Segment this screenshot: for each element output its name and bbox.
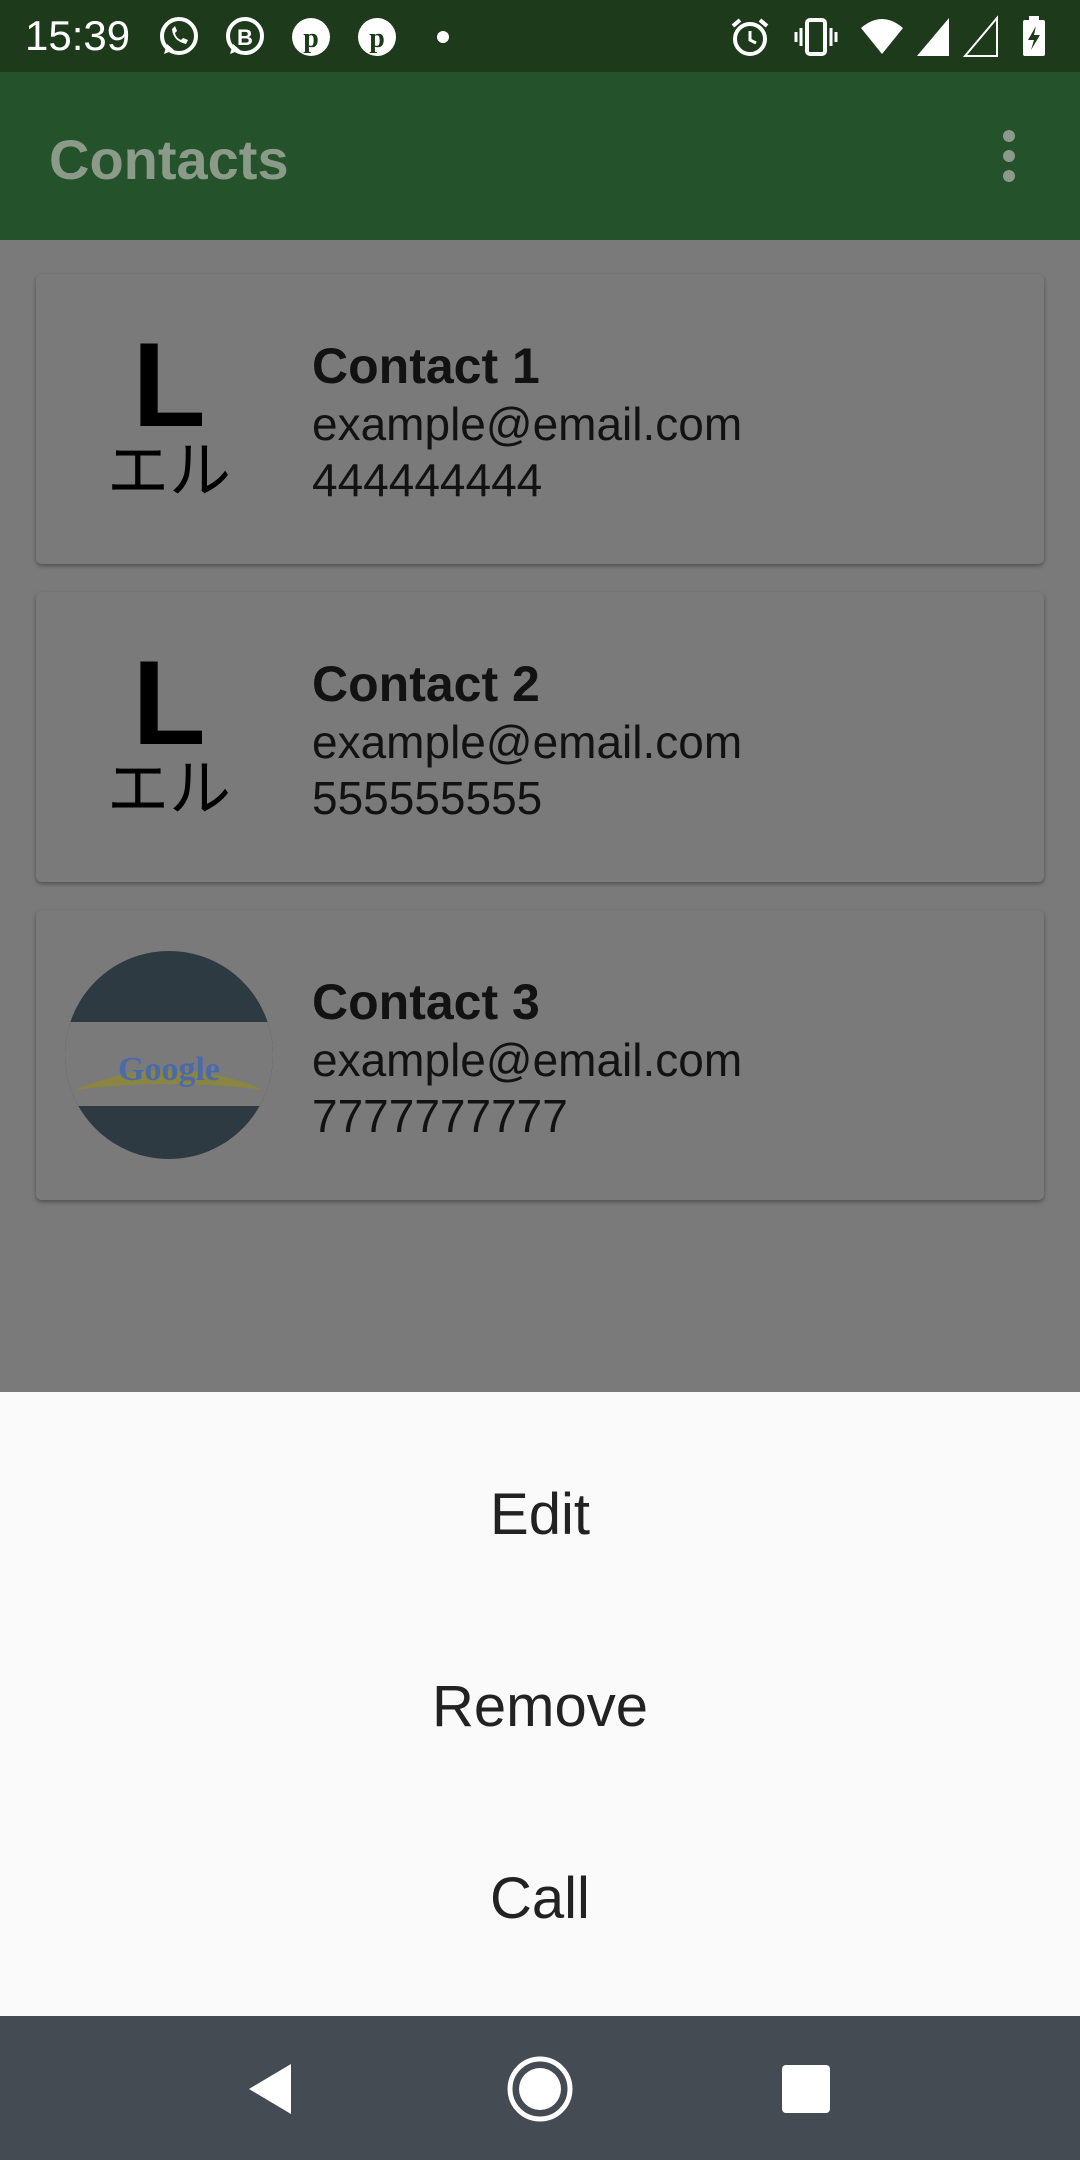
back-icon[interactable] xyxy=(235,2054,305,2124)
overflow-menu-icon[interactable] xyxy=(995,128,1023,184)
page-title: Contacts xyxy=(49,128,289,191)
bottom-sheet: Edit Remove Call xyxy=(0,1392,1080,2016)
signal-icon xyxy=(917,18,949,56)
contact-email: example@email.com xyxy=(312,398,743,450)
svg-text:B: B xyxy=(237,25,253,50)
recents-icon[interactable] xyxy=(771,2054,841,2124)
contact-phone: 7777777777 xyxy=(312,1090,568,1142)
letter-l-avatar: L エル xyxy=(107,636,231,825)
pinterest-icon: p xyxy=(358,18,396,56)
signal-empty-icon xyxy=(962,15,998,57)
avatar-katakana: エル xyxy=(107,434,231,507)
contact-email: example@email.com xyxy=(312,1034,743,1086)
edit-option[interactable]: Edit xyxy=(0,1418,1080,1610)
remove-option[interactable]: Remove xyxy=(0,1610,1080,1802)
google-logo-avatar: Google xyxy=(65,951,273,1159)
contact-name: Contact 2 xyxy=(312,656,540,712)
contact-name: Contact 1 xyxy=(312,338,540,394)
battery-charging-icon xyxy=(1023,16,1045,56)
contact-card[interactable]: Google Contact 3 example@email.com 77777… xyxy=(36,910,1044,1200)
contact-phone: 444444444 xyxy=(312,454,543,506)
wifi-icon xyxy=(861,19,903,54)
navigation-bar xyxy=(0,2016,1080,2160)
avatar-letter: L xyxy=(132,636,205,770)
vibrate-icon xyxy=(794,18,838,56)
contact-name: Contact 3 xyxy=(312,974,540,1030)
call-option[interactable]: Call xyxy=(0,1802,1080,1994)
alarm-icon xyxy=(731,18,769,56)
pinterest-icon: p xyxy=(292,18,330,56)
contact-email: example@email.com xyxy=(312,716,743,768)
status-bar: 15:39 B p p xyxy=(0,0,1080,72)
svg-text:p: p xyxy=(369,23,385,54)
contact-phone: 555555555 xyxy=(312,772,543,824)
more-notifications-dot-icon xyxy=(437,31,449,43)
avatar-letter: L xyxy=(132,318,205,452)
svg-text:p: p xyxy=(303,23,319,54)
whatsapp-icon xyxy=(160,17,198,55)
home-icon[interactable] xyxy=(505,2054,575,2124)
avatar-katakana: エル xyxy=(107,752,231,825)
letter-l-avatar: L エル xyxy=(107,318,231,507)
app-bar: Contacts xyxy=(0,72,1080,240)
whatsapp-business-icon: B xyxy=(226,17,264,55)
contact-card[interactable]: L エル Contact 2 example@email.com 5555555… xyxy=(36,592,1044,882)
contact-card[interactable]: L エル Contact 1 example@email.com 4444444… xyxy=(36,274,1044,564)
status-time: 15:39 xyxy=(25,12,131,59)
google-logo-text: Google xyxy=(118,1051,220,1088)
